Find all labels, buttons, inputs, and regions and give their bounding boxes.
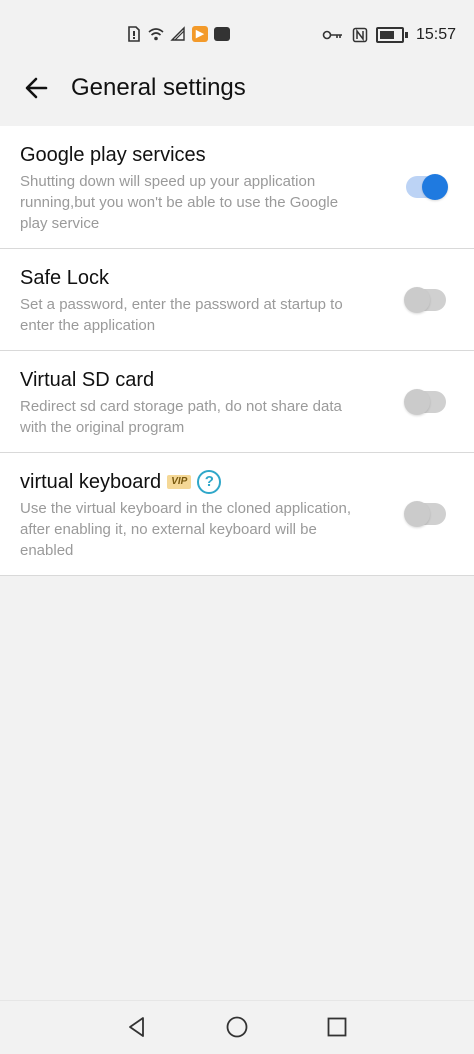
google-play-toggle[interactable] bbox=[406, 174, 448, 200]
setting-description: Set a password, enter the password at st… bbox=[20, 296, 343, 334]
setting-row-safe-lock: Safe Lock Set a password, enter the pass… bbox=[0, 249, 474, 351]
page-title: General settings bbox=[71, 74, 246, 101]
setting-title: Virtual SD card bbox=[20, 369, 155, 391]
virtual-keyboard-toggle[interactable] bbox=[404, 501, 446, 527]
setting-row-virtual-keyboard: virtual keyboard VIP ? Use the virtual k… bbox=[0, 453, 474, 576]
key-icon bbox=[322, 30, 342, 40]
virtual-sd-card-toggle[interactable] bbox=[404, 388, 446, 415]
square-recents-icon[interactable] bbox=[323, 1013, 351, 1041]
vip-badge: VIP bbox=[167, 475, 192, 489]
arrow-left-icon[interactable] bbox=[20, 70, 56, 106]
app-orange-icon: ▶ bbox=[192, 26, 208, 42]
status-bar: ▶ 15:57 bbox=[0, 0, 474, 70]
signal-icon bbox=[170, 26, 185, 41]
triangle-back-icon[interactable] bbox=[123, 1013, 151, 1041]
setting-row-google-play: Google play services Shutting down will … bbox=[0, 126, 474, 249]
toggle-knob bbox=[404, 501, 430, 527]
status-icons-left: ▶ bbox=[126, 26, 230, 42]
battery-icon bbox=[375, 27, 408, 43]
toggle-knob bbox=[404, 388, 430, 415]
nfc-icon bbox=[352, 27, 368, 43]
sim-alert-icon bbox=[128, 26, 140, 42]
setting-title-row: virtual keyboard VIP ? bbox=[20, 469, 354, 495]
setting-title: Safe Lock bbox=[20, 267, 109, 289]
toggle-knob bbox=[404, 286, 430, 313]
status-icons-right: 15:57 bbox=[322, 26, 456, 44]
app-dark-icon bbox=[214, 27, 230, 41]
setting-title: virtual keyboard bbox=[20, 471, 162, 493]
wifi-icon bbox=[148, 28, 164, 41]
settings-list: Google play services Shutting down will … bbox=[0, 126, 474, 576]
setting-row-virtual-sd-card: Virtual SD card Redirect sd card storage… bbox=[0, 351, 474, 453]
toggle-knob bbox=[422, 174, 448, 200]
safe-lock-toggle[interactable] bbox=[404, 286, 446, 313]
setting-description: Redirect sd card storage path, do not sh… bbox=[20, 398, 342, 436]
status-time: 15:57 bbox=[415, 26, 456, 43]
navigation-bar bbox=[0, 1000, 474, 1054]
setting-title: Google play services bbox=[20, 144, 206, 166]
circle-home-icon[interactable] bbox=[223, 1013, 251, 1041]
help-icon[interactable]: ? bbox=[197, 470, 222, 494]
setting-description: Shutting down will speed up your applica… bbox=[20, 173, 339, 232]
setting-description: Use the virtual keyboard in the cloned a… bbox=[20, 500, 352, 559]
